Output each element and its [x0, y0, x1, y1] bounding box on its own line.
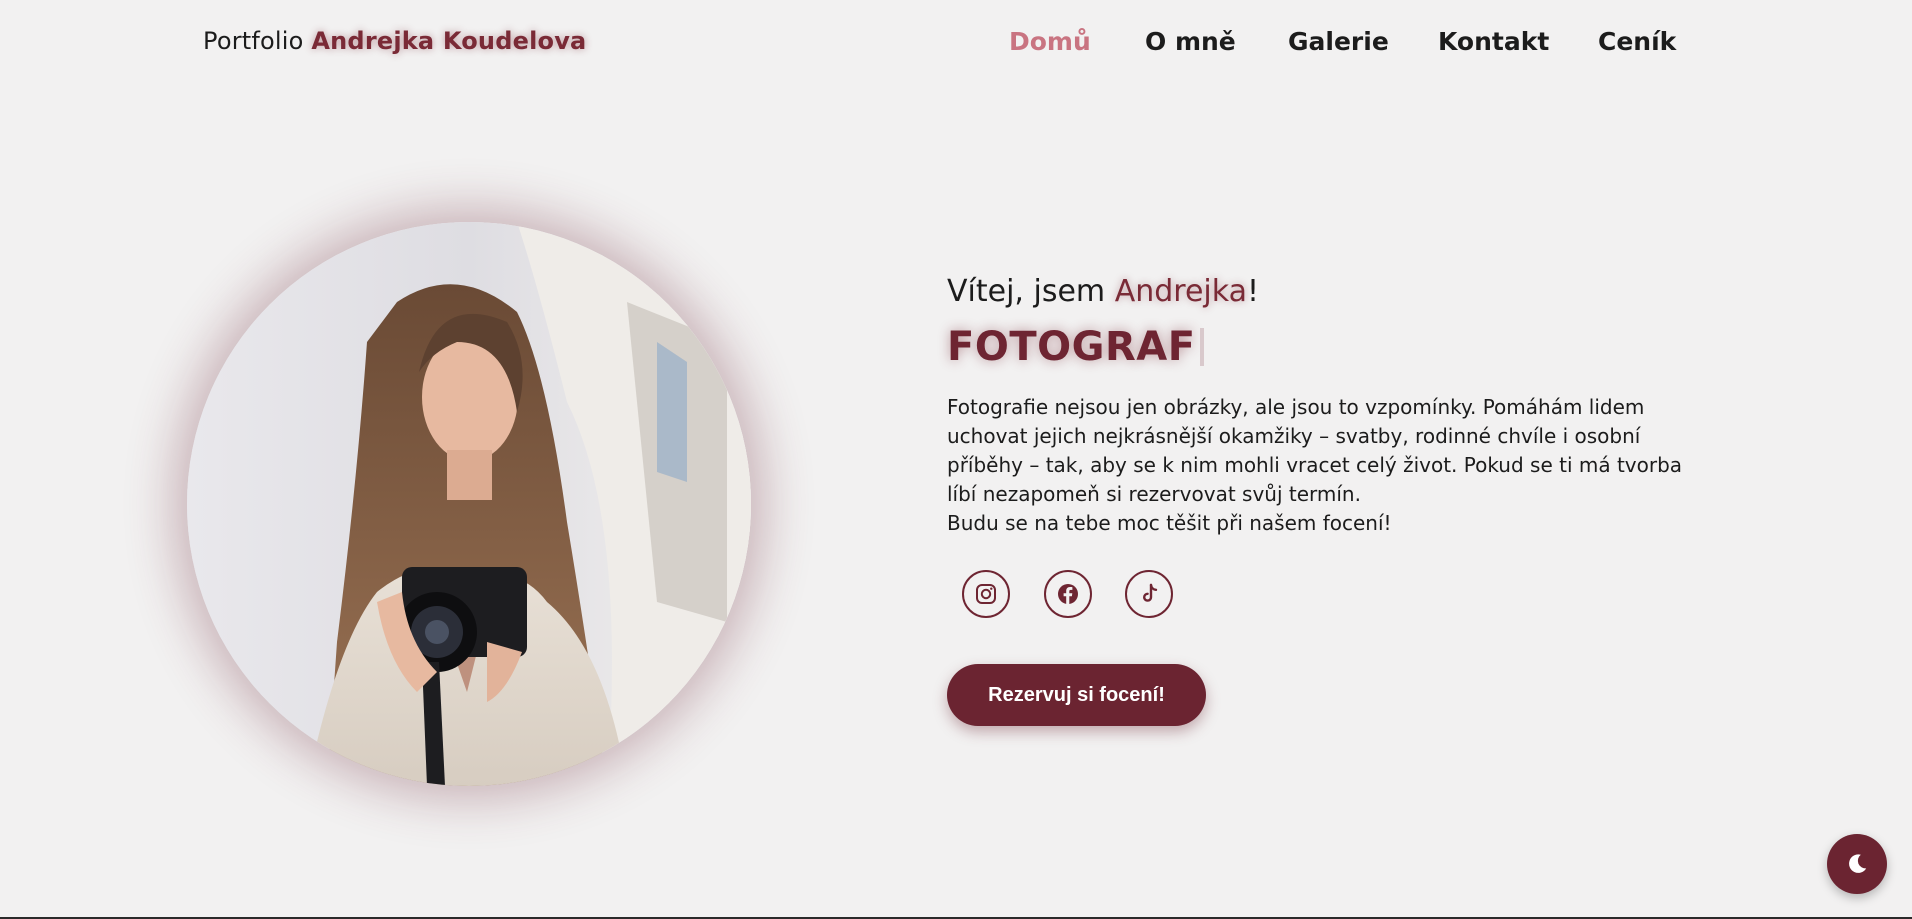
- hero-description: Fotografie nejsou jen obrázky, ale jsou …: [947, 393, 1707, 538]
- dark-mode-toggle[interactable]: [1827, 834, 1887, 894]
- nav-item-galerie[interactable]: Galerie: [1288, 27, 1389, 56]
- greeting-suffix: !: [1246, 274, 1259, 309]
- role-text: FOTOGRAF: [947, 324, 1196, 370]
- greeting-name: Andrejka: [1114, 274, 1247, 309]
- main-nav: Domů O mně Galerie Kontakt Ceník: [0, 27, 1912, 61]
- nav-item-o-mne[interactable]: O mně: [1145, 27, 1236, 56]
- facebook-link[interactable]: [1044, 570, 1092, 618]
- nav-item-kontakt[interactable]: Kontakt: [1438, 27, 1549, 56]
- instagram-link[interactable]: [962, 570, 1010, 618]
- nav-item-domu[interactable]: Domů: [1009, 27, 1091, 56]
- moon-icon: [1849, 854, 1867, 873]
- tiktok-link[interactable]: [1125, 570, 1173, 618]
- photographer-portrait-image: [187, 222, 751, 786]
- instagram-icon: [976, 584, 996, 604]
- greeting-prefix: Vítej, jsem: [947, 274, 1106, 309]
- nav-item-cenik[interactable]: Ceník: [1598, 27, 1676, 56]
- tiktok-icon: [1143, 583, 1158, 602]
- facebook-icon: [1058, 584, 1078, 604]
- hero-role: FOTOGRAF: [947, 324, 1204, 370]
- description-closing: Budu se na tebe moc těšit při našem foce…: [947, 511, 1392, 535]
- profile-photo: [187, 222, 751, 786]
- hero-greeting: Vítej, jsem Andrejka!: [947, 274, 1259, 309]
- page: Portfolio Andrejka Koudelova Domů O mně …: [0, 0, 1912, 919]
- typing-caret: [1199, 328, 1204, 366]
- description-paragraph: Fotografie nejsou jen obrázky, ale jsou …: [947, 395, 1683, 506]
- book-session-button[interactable]: Rezervuj si focení!: [947, 664, 1206, 726]
